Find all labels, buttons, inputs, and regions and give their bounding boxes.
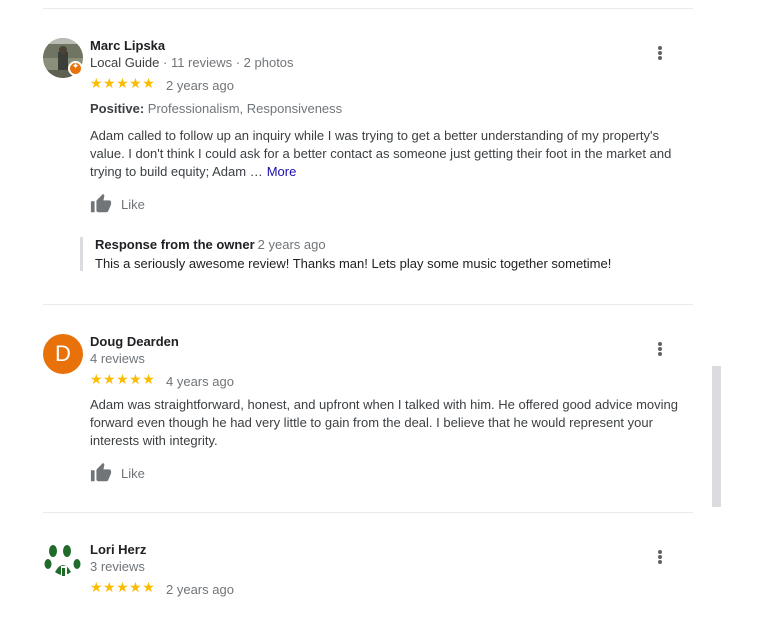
owner-response-title: Response from the owner	[95, 237, 255, 252]
positive-value: Professionalism, Responsiveness	[144, 101, 343, 116]
reviewer-stats: · 11 reviews · 2 photos	[159, 55, 294, 70]
like-label: Like	[121, 196, 145, 212]
owner-response-time: 2 years ago	[257, 237, 326, 252]
star-rating: ★★★★★	[90, 75, 156, 91]
review-text: Adam was straightforward, honest, and up…	[90, 397, 678, 448]
review-divider	[43, 512, 693, 513]
local-guide-badge-icon: ✦	[68, 61, 83, 76]
scrollbar-thumb[interactable]	[712, 366, 721, 507]
reviewer-name[interactable]: Lori Herz	[90, 542, 146, 557]
owner-response-text: This a seriously awesome review! Thanks …	[95, 256, 612, 271]
review-time: 2 years ago	[166, 582, 234, 597]
avatar[interactable]: D	[43, 334, 83, 374]
review-time: 2 years ago	[166, 78, 234, 93]
more-vert-icon[interactable]	[652, 339, 668, 359]
more-vert-icon[interactable]	[652, 43, 668, 63]
positive-attributes: Positive: Professionalism, Responsivenes…	[90, 101, 342, 116]
avatar[interactable]	[43, 542, 83, 582]
star-rating: ★★★★★	[90, 579, 156, 595]
like-button[interactable]: Like	[90, 462, 145, 484]
reviewer-name[interactable]: Doug Dearden	[90, 334, 179, 349]
reviewer-stats: 3 reviews	[90, 559, 145, 574]
review-divider	[43, 8, 693, 9]
thumbs-up-icon	[90, 462, 112, 482]
reviewer-meta: Local Guide · 11 reviews · 2 photos	[90, 55, 294, 70]
like-button[interactable]: Like	[90, 193, 145, 215]
reviewer-name[interactable]: Marc Lipska	[90, 38, 165, 53]
review-text: Adam called to follow up an inquiry whil…	[90, 127, 690, 181]
more-link[interactable]: More	[267, 164, 297, 179]
thumbs-up-icon	[90, 193, 112, 213]
owner-response: Response from the owner 2 years ago This …	[80, 237, 690, 271]
review-time: 4 years ago	[166, 374, 234, 389]
reviewer-stats: 4 reviews	[90, 351, 145, 366]
positive-label: Positive:	[90, 101, 145, 116]
local-guide-label: Local Guide	[90, 55, 160, 70]
like-label: Like	[121, 465, 145, 481]
review-divider	[43, 304, 693, 305]
review-text-content: Adam called to follow up an inquiry whil…	[90, 128, 672, 179]
star-rating: ★★★★★	[90, 371, 156, 387]
owner-response-header: Response from the owner 2 years ago	[95, 237, 690, 252]
more-vert-icon[interactable]	[652, 547, 668, 567]
